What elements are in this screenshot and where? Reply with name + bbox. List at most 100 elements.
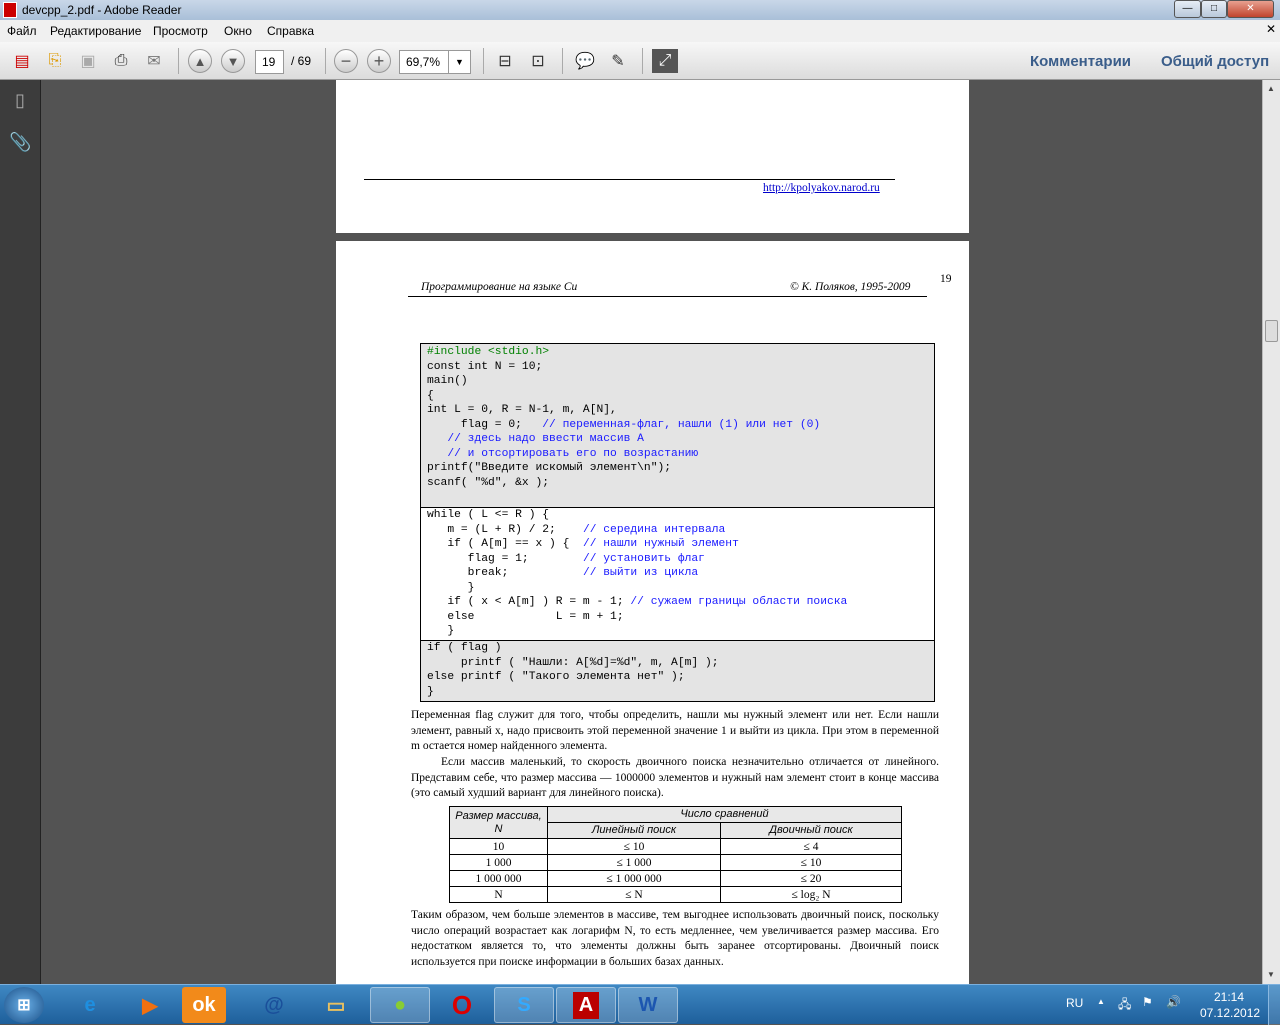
- previous-page-icon[interactable]: ▲: [188, 49, 212, 73]
- open-file-icon[interactable]: ⎘: [42, 49, 68, 73]
- title-bar: devcpp_2.pdf - Adobe Reader — □ ✕: [0, 0, 1280, 20]
- minimize-button[interactable]: —: [1174, 0, 1201, 18]
- pdf-page-19: Программирование на языке Си © К. Поляко…: [336, 241, 969, 984]
- zoom-out-icon[interactable]: −: [334, 49, 358, 73]
- internet-explorer-icon[interactable]: e: [60, 987, 120, 1023]
- print-icon[interactable]: ⎙: [108, 49, 134, 73]
- comment-icon[interactable]: 💬: [572, 49, 598, 73]
- odnoklassniki-icon[interactable]: ok: [182, 987, 226, 1023]
- table-cell: ≤ 1 000: [547, 854, 721, 871]
- pdf-page-18: http://kpolyakov.narod.ru: [336, 80, 969, 233]
- code-text: }: [427, 625, 455, 637]
- fit-page-icon[interactable]: ⊡: [525, 49, 551, 73]
- zoom-dropdown-chevron-icon[interactable]: ▼: [448, 50, 471, 74]
- file-explorer-icon[interactable]: ▭: [306, 987, 366, 1023]
- attachments-icon[interactable]: 📎: [9, 132, 31, 154]
- code-line: flag = 0; // переменная-флаг, нашли (1) …: [427, 418, 934, 433]
- start-button-icon[interactable]: ⊞: [4, 987, 44, 1023]
- clock-time[interactable]: 21:14: [1214, 990, 1244, 1004]
- page-thumbnails-icon[interactable]: ▯: [9, 90, 31, 112]
- scrollbar-thumb[interactable]: [1265, 320, 1278, 342]
- code-line: if ( A[m] == x ) { // нашли нужный элеме…: [427, 537, 934, 552]
- table-cell: ≤ 20: [720, 870, 902, 887]
- skype-icon[interactable]: S: [494, 987, 554, 1023]
- table-row: 1 000 000 ≤ 1 000 000 ≤ 20: [449, 870, 902, 887]
- next-page-icon[interactable]: ▼: [221, 49, 245, 73]
- code-text: while ( L <= R ) {: [427, 509, 550, 521]
- menu-window[interactable]: Окно: [224, 24, 252, 38]
- media-player-icon[interactable]: ▶: [120, 987, 180, 1023]
- code-comment: // и отсортировать его по возрастанию: [427, 447, 699, 460]
- code-line: else L = m + 1;: [427, 610, 934, 625]
- table-cell: ≤ 4: [720, 838, 902, 855]
- table-cell: ≤ 10: [547, 838, 721, 855]
- word-icon[interactable]: W: [618, 987, 678, 1023]
- code-comment: // переменная-флаг, нашли (1) или нет (0…: [542, 418, 821, 431]
- mail-agent-icon[interactable]: @: [244, 987, 304, 1023]
- app-icon-green[interactable]: ●: [370, 987, 430, 1023]
- website-link[interactable]: http://kpolyakov.narod.ru: [763, 182, 880, 194]
- code-line: // здесь надо ввести массив A: [427, 432, 934, 447]
- volume-icon[interactable]: 🔊: [1166, 995, 1181, 1009]
- clock-date[interactable]: 07.12.2012: [1200, 1006, 1260, 1020]
- share-button[interactable]: Общий доступ: [1161, 53, 1269, 70]
- code-text: if ( x < A[m] ) R = m - 1;: [427, 596, 631, 608]
- menu-file[interactable]: Файл: [7, 24, 37, 38]
- menu-help[interactable]: Справка: [267, 24, 314, 38]
- highlight-text-icon[interactable]: ✎: [605, 49, 631, 73]
- zoom-in-icon[interactable]: +: [367, 49, 391, 73]
- code-text: if ( flag ): [427, 642, 502, 654]
- opera-icon[interactable]: O: [432, 987, 492, 1023]
- header-binary: Двоичный поиск: [720, 822, 902, 839]
- menu-view[interactable]: Просмотр: [153, 24, 208, 38]
- navigation-panel: ▯ 📎: [0, 80, 41, 984]
- show-hidden-icons[interactable]: ▲: [1097, 997, 1105, 1006]
- network-icon[interactable]: 🖧: [1118, 995, 1131, 1016]
- close-button[interactable]: ✕: [1227, 0, 1274, 18]
- table-cell: 1 000 000: [449, 870, 548, 887]
- code-line: printf ( "Нашли: A[%d]=%d", m, A[m] );: [427, 656, 934, 671]
- save-icon[interactable]: ▣: [75, 49, 101, 73]
- code-comment: // сужаем границы области поиска: [630, 596, 848, 608]
- code-text: m = (L + R) / 2;: [427, 523, 583, 536]
- page-total: / 69: [291, 54, 312, 68]
- adobe-reader-icon[interactable]: A: [556, 987, 616, 1023]
- scroll-down-icon[interactable]: ▼: [1267, 970, 1275, 979]
- toolbar: ▤ ⎘ ▣ ⎙ ✉ ▲ ▼ 19 / 69 − + 69,7% ▼ ⊟ ⊡ 💬 …: [0, 42, 1280, 80]
- menu-bar: Файл Редактирование Просмотр Окно Справк…: [0, 20, 1280, 42]
- close-document-icon[interactable]: ✕: [1266, 22, 1276, 36]
- action-center-flag-icon[interactable]: ⚑: [1142, 995, 1153, 1009]
- code-line: const int N = 10;: [427, 360, 934, 375]
- table-row: N ≤ N ≤ log₂ N: [449, 886, 902, 903]
- scroll-mode-icon[interactable]: ⊟: [492, 49, 518, 73]
- code-text: flag = 0;: [427, 418, 543, 431]
- code-line: // и отсортировать его по возрастанию: [427, 447, 934, 462]
- code-block-input: #include <stdio.h> const int N = 10; main(…: [421, 344, 934, 508]
- code-line: scanf( "%d", &x );: [427, 476, 934, 491]
- table-cell: ≤ N: [547, 886, 721, 903]
- maximize-button[interactable]: □: [1201, 0, 1227, 18]
- code-comment: // выйти из цикла: [582, 567, 699, 579]
- scroll-up-icon[interactable]: ▲: [1267, 84, 1275, 93]
- code-text: int L = 0, R = N-1, m, A[N],: [427, 404, 617, 416]
- comments-button[interactable]: Комментарии: [1030, 53, 1131, 70]
- vertical-scrollbar[interactable]: ▲ ▼: [1262, 80, 1280, 984]
- table-cell: 1 000: [449, 854, 548, 871]
- code-text: }: [427, 581, 475, 594]
- create-pdf-icon[interactable]: ▤: [9, 49, 35, 73]
- code-text: }: [427, 685, 434, 698]
- table-cell: N: [449, 886, 548, 903]
- code-line: printf("Введите искомый элемент\n");: [427, 461, 934, 476]
- email-icon[interactable]: ✉: [141, 49, 167, 73]
- code-line: break; // выйти из цикла: [427, 566, 934, 581]
- zoom-input[interactable]: 69,7%: [399, 50, 449, 74]
- full-screen-icon[interactable]: ⤢: [652, 49, 678, 73]
- code-line: int L = 0, R = N-1, m, A[N],: [427, 403, 934, 418]
- menu-edit[interactable]: Редактирование: [50, 24, 141, 38]
- paragraph-flag: Переменная flag служит для того, чтобы о…: [411, 709, 939, 752]
- show-desktop-button[interactable]: [1268, 985, 1280, 1025]
- code-line: {: [427, 389, 934, 404]
- page-number-input[interactable]: 19: [255, 50, 284, 74]
- paragraph-speed: Если массив маленький, то скорость двоич…: [411, 756, 939, 799]
- language-indicator[interactable]: RU: [1066, 996, 1083, 1010]
